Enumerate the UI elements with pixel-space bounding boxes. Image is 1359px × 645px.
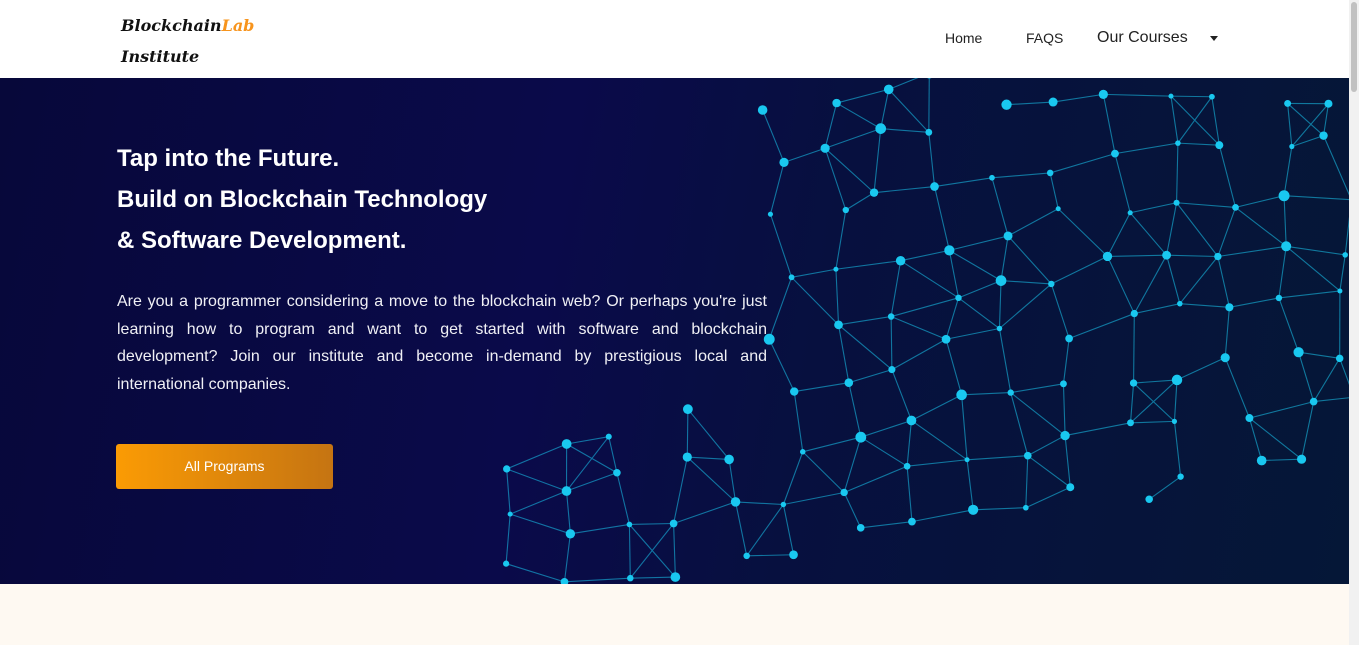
hero-title-line-2: Build on Blockchain Technology bbox=[117, 186, 488, 213]
logo-line-1: BlockchainLab bbox=[121, 10, 254, 41]
scrollbar-thumb[interactable] bbox=[1351, 2, 1357, 92]
hero-title-line-3: & Software Development. bbox=[117, 227, 407, 254]
hero-title: Tap into the Future. Build on Blockchain… bbox=[117, 138, 677, 261]
next-section bbox=[0, 584, 1349, 645]
hero-description: Are you a programmer considering a move … bbox=[117, 293, 767, 393]
page-scrollbar[interactable] bbox=[1349, 0, 1359, 645]
logo[interactable]: BlockchainLab Institute bbox=[121, 10, 254, 72]
nav-faqs-link[interactable]: FAQS bbox=[1026, 26, 1063, 50]
logo-line-2: Institute bbox=[121, 47, 200, 66]
hero-section: Tap into the Future. Build on Blockchain… bbox=[0, 78, 1349, 584]
caret-down-icon[interactable] bbox=[1210, 36, 1218, 41]
nav-our-courses-link[interactable]: Our Courses bbox=[1097, 26, 1188, 50]
site-header: BlockchainLab Institute Home FAQS Our Co… bbox=[0, 0, 1349, 78]
all-programs-button[interactable]: All Programs bbox=[116, 444, 333, 489]
logo-main: Blockchain bbox=[121, 16, 222, 35]
logo-accent: Lab bbox=[221, 16, 255, 35]
nav-home-link[interactable]: Home bbox=[945, 26, 982, 50]
hero-title-line-1: Tap into the Future. bbox=[117, 145, 340, 172]
